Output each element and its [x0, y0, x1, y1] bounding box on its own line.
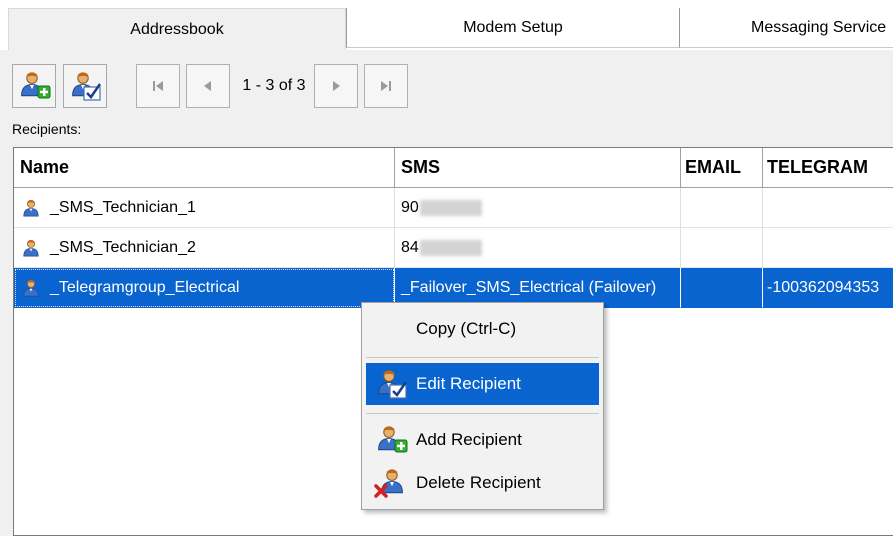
last-page-icon — [381, 81, 391, 91]
first-page-icon — [153, 81, 163, 91]
column-header-telegram[interactable]: TELEGRAM — [763, 148, 893, 188]
tab-label: Modem Setup — [463, 18, 563, 36]
edit-recipient-button[interactable] — [63, 64, 107, 108]
menu-separator — [366, 357, 599, 358]
toolbar: 1 - 3 of 3 — [0, 50, 893, 120]
tab-bar: Addressbook Modem Setup Messaging Servic… — [8, 8, 893, 50]
column-header-sms[interactable]: SMS — [395, 148, 681, 188]
previous-page-button[interactable] — [186, 64, 230, 108]
cell-name: _Telegramgroup_Electrical — [14, 268, 395, 308]
edit-recipient-icon — [377, 369, 408, 399]
menu-item-copy[interactable]: Copy (Ctrl-C) — [366, 308, 599, 350]
recipient-icon — [22, 279, 40, 297]
recipient-name: _SMS_Technician_1 — [50, 198, 196, 216]
add-recipient-button[interactable] — [12, 64, 56, 108]
menu-separator — [366, 413, 599, 414]
page-indicator: 1 - 3 of 3 — [242, 77, 306, 94]
menu-item-label: Edit Recipient — [416, 374, 521, 393]
cell-name: _SMS_Technician_2 — [14, 228, 395, 268]
sms-value: 90 — [401, 198, 419, 216]
tab-label: Addressbook — [130, 20, 224, 38]
add-recipient-icon — [377, 425, 408, 453]
cell-telegram — [763, 188, 893, 228]
recipient-icon — [22, 199, 40, 217]
recipient-name: _SMS_Technician_2 — [50, 238, 196, 256]
previous-page-icon — [204, 81, 211, 91]
cell-telegram: -100362094353 — [763, 268, 893, 308]
recipients-label: Recipients: — [12, 121, 82, 137]
cell-sms: 90 — [395, 188, 681, 228]
cell-name: _SMS_Technician_1 — [14, 188, 395, 228]
menu-item-label: Delete Recipient — [416, 473, 541, 492]
menu-item-delete-recipient[interactable]: Delete Recipient — [366, 462, 599, 504]
add-recipient-icon — [20, 71, 51, 99]
edit-recipient-icon — [71, 71, 102, 101]
first-page-button[interactable] — [136, 64, 180, 108]
context-menu: Copy (Ctrl-C) Edit Recipient Add Recipie… — [361, 302, 604, 510]
table-row[interactable]: _SMS_Technician_1 90 — [14, 188, 893, 228]
delete-recipient-icon — [374, 468, 404, 498]
table-row[interactable]: _SMS_Technician_2 84 — [14, 228, 893, 268]
cell-email — [681, 268, 763, 308]
menu-item-label: Add Recipient — [416, 430, 522, 449]
tab-messaging-service[interactable]: Messaging Service — [679, 8, 893, 48]
next-page-icon — [333, 81, 340, 91]
cell-email — [681, 228, 763, 268]
redacted-block — [419, 239, 482, 256]
recipient-name: _Telegramgroup_Electrical — [50, 278, 240, 296]
tab-addressbook[interactable]: Addressbook — [8, 8, 346, 50]
menu-item-edit-recipient[interactable]: Edit Recipient — [366, 363, 599, 405]
cell-telegram — [763, 228, 893, 268]
menu-item-label: Copy (Ctrl-C) — [416, 319, 517, 338]
tab-label: Messaging Service — [751, 18, 887, 36]
column-header-name[interactable]: Name — [14, 148, 395, 188]
column-header-email[interactable]: EMAIL — [681, 148, 763, 188]
sms-value: 84 — [401, 238, 419, 256]
last-page-button[interactable] — [364, 64, 408, 108]
cell-sms: 84 — [395, 228, 681, 268]
menu-item-add-recipient[interactable]: Add Recipient — [366, 419, 599, 461]
tab-modem-setup[interactable]: Modem Setup — [346, 8, 679, 48]
cell-email — [681, 188, 763, 228]
redacted-block — [419, 199, 482, 216]
recipient-icon — [22, 239, 40, 257]
next-page-button[interactable] — [314, 64, 358, 108]
